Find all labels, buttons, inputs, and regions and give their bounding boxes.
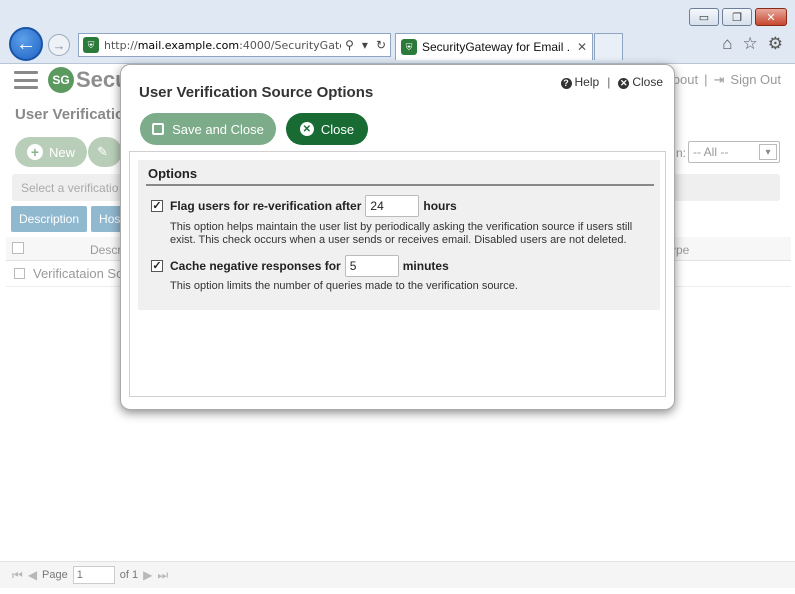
cache-checkbox[interactable]: ✓: [151, 260, 163, 272]
gear-icon[interactable]: ⚙: [768, 34, 783, 54]
search-icon[interactable]: ⚲: [345, 38, 354, 52]
dialog-body: Options ✓ Flag users for re-verification…: [129, 151, 666, 397]
save-icon: [152, 123, 165, 135]
reverify-description: This option helps maintain the user list…: [170, 221, 633, 246]
separator: |: [704, 72, 708, 87]
new-tab-button[interactable]: [594, 33, 623, 60]
column-header-description[interactable]: Descr: [90, 243, 121, 257]
close-button[interactable]: ✕ Close: [286, 113, 368, 145]
dialog-links: ? Help | ✕ Close: [560, 75, 663, 89]
sign-out-icon: ⇥: [713, 72, 725, 87]
back-arrow-icon[interactable]: ←: [9, 27, 43, 61]
dialog-title: User Verification Source Options: [139, 84, 374, 101]
sign-out-link[interactable]: Sign Out: [730, 72, 781, 88]
row-checkbox[interactable]: [14, 268, 25, 279]
row-description: Verificataion So: [33, 266, 124, 281]
browser-chrome: ▭ ❐ ✕ ← → ⛨ http://mail.example.com:4000…: [0, 0, 795, 64]
column-tabs: Description Hos: [11, 206, 129, 232]
logo-mark-icon: SG: [48, 67, 74, 93]
pager: ⏮ ◀ Page 1 of 1 ▶ ⏭: [0, 561, 795, 588]
forward-arrow-icon[interactable]: →: [48, 34, 70, 56]
page-number-input[interactable]: 1: [72, 566, 115, 584]
first-page-icon[interactable]: ⏮: [12, 568, 23, 583]
browser-toolbar-icons: ⌂ ☆ ⚙: [722, 34, 783, 54]
page-label: Page: [42, 569, 68, 581]
plus-icon: +: [27, 144, 43, 160]
option-reverify-row: ✓ Flag users for re-verification after 2…: [151, 195, 457, 217]
reverify-hours-input[interactable]: 24: [365, 195, 420, 217]
tab-close-icon[interactable]: ✕: [577, 40, 587, 54]
reverify-checkbox[interactable]: ✓: [151, 200, 163, 212]
page-count: of 1: [119, 569, 139, 581]
option-cache-row: ✓ Cache negative responses for 5 minutes: [151, 255, 449, 277]
window-controls: ▭ ❐ ✕: [689, 8, 787, 26]
tab-description[interactable]: Description: [11, 206, 88, 232]
app-logo: SG Secu: [48, 67, 129, 93]
dropdown-icon[interactable]: ▾: [362, 38, 368, 52]
page-title: User Verificatio: [15, 106, 125, 123]
close-link[interactable]: ✕ Close: [618, 75, 663, 89]
options-header: Options: [148, 166, 198, 181]
options-dialog: User Verification Source Options ? Help |…: [120, 64, 675, 410]
edit-icon: ✎: [97, 144, 108, 159]
divider: [146, 184, 654, 186]
cache-description: This option limits the number of queries…: [170, 280, 518, 292]
separator: |: [607, 75, 611, 89]
next-page-icon[interactable]: ▶: [143, 568, 152, 582]
browser-tab[interactable]: ⛨ SecurityGateway for Email ... ✕: [395, 33, 593, 60]
minimize-icon[interactable]: ▭: [689, 8, 719, 26]
site-favicon-icon: ⛨: [83, 37, 99, 53]
tab-favicon-icon: ⛨: [401, 39, 417, 55]
new-button[interactable]: + New: [15, 137, 88, 167]
prev-page-icon[interactable]: ◀: [28, 568, 37, 582]
chevron-down-icon: ▾: [759, 144, 777, 160]
address-bar[interactable]: ⛨ http://mail.example.com:4000/SecurityG…: [78, 33, 391, 57]
filter-select[interactable]: -- All -- ▾: [688, 141, 780, 163]
header-links: About | ⇥ Sign Out: [664, 72, 781, 88]
options-panel: Options ✓ Flag users for re-verification…: [138, 160, 660, 310]
close-circle-icon: ✕: [618, 78, 630, 89]
help-link[interactable]: ? Help: [560, 75, 599, 89]
cache-minutes-input[interactable]: 5: [344, 255, 399, 277]
help-icon: ?: [560, 77, 572, 89]
refresh-icon[interactable]: ↻: [376, 38, 386, 52]
close-circle-icon: ✕: [299, 122, 314, 136]
edit-button[interactable]: ✎: [88, 137, 122, 167]
tab-title: SecurityGateway for Email ...: [422, 40, 571, 54]
home-icon[interactable]: ⌂: [722, 34, 732, 54]
save-and-close-button[interactable]: Save and Close: [140, 113, 276, 145]
url-text: http://mail.example.com:4000/SecurityGat…: [104, 38, 341, 52]
restore-icon[interactable]: ❐: [722, 8, 752, 26]
close-icon[interactable]: ✕: [755, 8, 787, 26]
filter-label: n:: [676, 146, 687, 160]
select-all-checkbox[interactable]: [12, 242, 24, 254]
last-page-icon[interactable]: ⏭: [157, 568, 168, 583]
menu-icon[interactable]: [14, 71, 38, 89]
star-icon[interactable]: ☆: [743, 34, 758, 54]
